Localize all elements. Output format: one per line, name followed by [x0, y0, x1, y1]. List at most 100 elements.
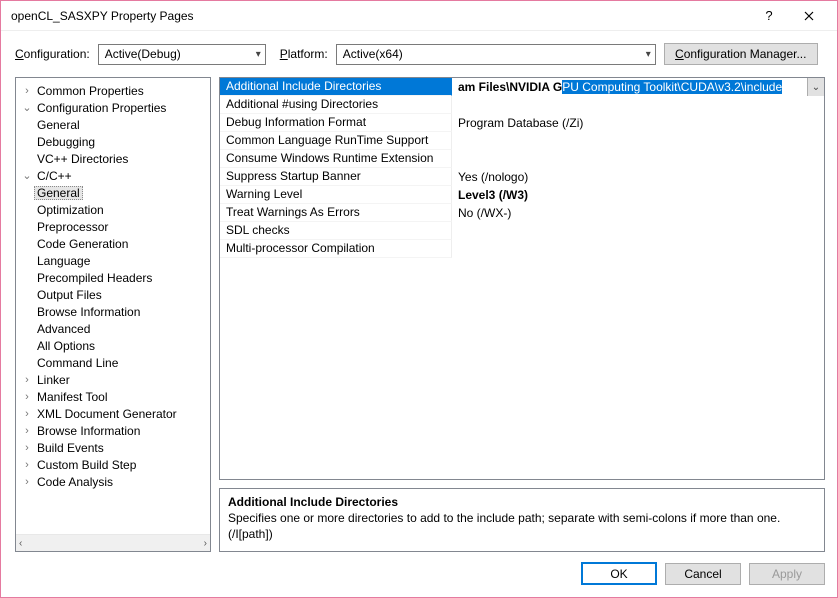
- property-row[interactable]: Multi-processor Compilation: [220, 240, 824, 258]
- tree-item[interactable]: General: [18, 116, 210, 133]
- property-row[interactable]: Additional #using Directories: [220, 96, 824, 114]
- expand-icon[interactable]: ›: [20, 476, 34, 488]
- chevron-down-icon: ▾: [256, 49, 261, 60]
- tree-item[interactable]: Command Line: [18, 354, 210, 371]
- property-name: Warning Level: [220, 186, 452, 204]
- tree-item[interactable]: ⌄Configuration Properties: [18, 99, 210, 116]
- tree-item-label: Common Properties: [34, 84, 147, 98]
- collapse-icon[interactable]: ⌄: [20, 101, 34, 114]
- expand-icon[interactable]: ›: [20, 391, 34, 403]
- close-icon: [804, 11, 814, 21]
- property-value[interactable]: [452, 240, 824, 258]
- chevron-down-icon[interactable]: ⌄: [807, 78, 824, 96]
- expand-icon[interactable]: ›: [20, 374, 34, 386]
- property-row[interactable]: Common Language RunTime Support: [220, 132, 824, 150]
- tree-item[interactable]: Preprocessor: [18, 218, 210, 235]
- tree-item[interactable]: ›Common Properties: [18, 82, 210, 99]
- tree-item-label: General: [34, 186, 83, 200]
- tree-item[interactable]: ›Build Events: [18, 439, 210, 456]
- tree-item[interactable]: Language: [18, 252, 210, 269]
- tree-item[interactable]: ›Code Analysis: [18, 473, 210, 490]
- collapse-icon[interactable]: ⌄: [20, 169, 34, 182]
- tree-item[interactable]: ›Custom Build Step: [18, 456, 210, 473]
- title-bar: openCL_SASXPY Property Pages ?: [1, 1, 837, 31]
- expand-icon[interactable]: ›: [20, 425, 34, 437]
- expand-icon[interactable]: ›: [20, 85, 34, 97]
- tree-item[interactable]: ›XML Document Generator: [18, 405, 210, 422]
- configuration-combo[interactable]: Active(Debug) ▾: [98, 44, 266, 65]
- tree-item-label: Advanced: [34, 322, 93, 336]
- window-title: openCL_SASXPY Property Pages: [11, 9, 749, 23]
- property-row[interactable]: Warning LevelLevel3 (/W3): [220, 186, 824, 204]
- tree-item-label: Debugging: [34, 135, 98, 149]
- property-value-text: Yes (/nologo): [458, 170, 528, 184]
- tree-item[interactable]: ⌄C/C++: [18, 167, 210, 184]
- expand-icon[interactable]: ›: [20, 459, 34, 471]
- tree-item[interactable]: VC++ Directories: [18, 150, 210, 167]
- tree-item[interactable]: Browse Information: [18, 303, 210, 320]
- property-value-text: No (/WX-): [458, 206, 511, 220]
- configuration-value: Active(Debug): [105, 47, 181, 61]
- config-toolbar: Configuration: Active(Debug) ▾ Platform:…: [1, 31, 837, 77]
- expand-icon[interactable]: ›: [20, 442, 34, 454]
- property-value[interactable]: [452, 96, 824, 114]
- cancel-button[interactable]: Cancel: [665, 563, 741, 585]
- property-value[interactable]: No (/WX-): [452, 204, 824, 222]
- close-button[interactable]: [789, 2, 829, 30]
- property-value[interactable]: [452, 132, 824, 150]
- property-value[interactable]: [452, 150, 824, 168]
- ok-button[interactable]: OK: [581, 562, 657, 585]
- tree-item[interactable]: Precompiled Headers: [18, 269, 210, 286]
- configuration-manager-button[interactable]: Configuration Manager...: [664, 43, 818, 65]
- tree-item-label: Precompiled Headers: [34, 271, 155, 285]
- tree-item[interactable]: Output Files: [18, 286, 210, 303]
- property-value-text: Program Database (/Zi): [458, 116, 583, 130]
- property-name: Treat Warnings As Errors: [220, 204, 452, 222]
- property-value[interactable]: am Files\NVIDIA GPU Computing Toolkit\CU…: [452, 78, 824, 96]
- tree-item[interactable]: ›Browse Information: [18, 422, 210, 439]
- scroll-right-icon: ›: [204, 538, 207, 549]
- tree-item-label: VC++ Directories: [34, 152, 131, 166]
- tree-item[interactable]: Code Generation: [18, 235, 210, 252]
- expand-icon[interactable]: ›: [20, 408, 34, 420]
- category-tree[interactable]: ›Common Properties⌄Configuration Propert…: [16, 78, 210, 534]
- tree-horizontal-scrollbar[interactable]: ‹ ›: [16, 534, 210, 551]
- platform-value: Active(x64): [343, 47, 403, 61]
- property-name: Multi-processor Compilation: [220, 240, 452, 258]
- property-value[interactable]: [452, 222, 824, 240]
- property-value[interactable]: Level3 (/W3): [452, 186, 824, 204]
- content-area: ›Common Properties⌄Configuration Propert…: [1, 77, 837, 552]
- tree-item[interactable]: ›Linker: [18, 371, 210, 388]
- property-panel: Additional Include Directoriesam Files\N…: [219, 77, 825, 552]
- tree-item[interactable]: Advanced: [18, 320, 210, 337]
- tree-item-label: Configuration Properties: [34, 101, 169, 115]
- tree-item[interactable]: Debugging: [18, 133, 210, 150]
- help-button[interactable]: ?: [749, 2, 789, 30]
- property-row[interactable]: SDL checks: [220, 222, 824, 240]
- property-row[interactable]: Suppress Startup Banner Yes (/nologo): [220, 168, 824, 186]
- tree-item-label: Optimization: [34, 203, 107, 217]
- property-row[interactable]: Additional Include Directoriesam Files\N…: [220, 78, 824, 96]
- tree-item[interactable]: General: [18, 184, 210, 201]
- platform-combo[interactable]: Active(x64) ▾: [336, 44, 656, 65]
- tree-item-label: Custom Build Step: [34, 458, 139, 472]
- tree-item-label: Code Generation: [34, 237, 131, 251]
- tree-item-label: Preprocessor: [34, 220, 111, 234]
- property-row[interactable]: Treat Warnings As Errors No (/WX-): [220, 204, 824, 222]
- property-row[interactable]: Debug Information Format Program Database…: [220, 114, 824, 132]
- tree-item-label: Linker: [34, 373, 73, 387]
- property-value[interactable]: Program Database (/Zi): [452, 114, 824, 132]
- tree-item-label: Command Line: [34, 356, 121, 370]
- tree-item[interactable]: Optimization: [18, 201, 210, 218]
- property-row[interactable]: Consume Windows Runtime Extension: [220, 150, 824, 168]
- property-name: Suppress Startup Banner: [220, 168, 452, 186]
- property-name: Debug Information Format: [220, 114, 452, 132]
- description-box: Additional Include Directories Specifies…: [219, 488, 825, 552]
- apply-button[interactable]: Apply: [749, 563, 825, 585]
- property-name: SDL checks: [220, 222, 452, 240]
- tree-item[interactable]: ›Manifest Tool: [18, 388, 210, 405]
- tree-item-label: Browse Information: [34, 305, 143, 319]
- tree-item[interactable]: All Options: [18, 337, 210, 354]
- property-name: Additional #using Directories: [220, 96, 452, 114]
- property-value[interactable]: Yes (/nologo): [452, 168, 824, 186]
